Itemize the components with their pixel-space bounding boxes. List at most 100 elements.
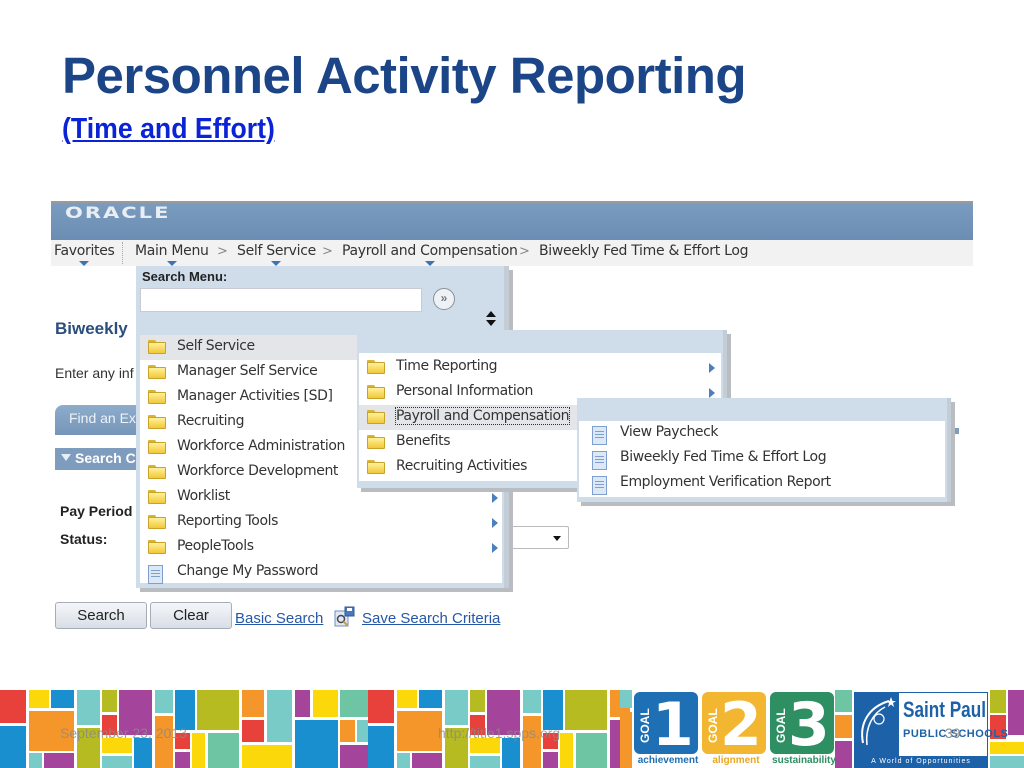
submenu-arrow-icon — [709, 388, 715, 398]
mosaic-tile — [295, 720, 338, 768]
menu-item-time-reporting[interactable]: Time Reporting — [359, 355, 721, 380]
menu-item-label: Recruiting — [177, 413, 245, 429]
breadcrumb-self-service[interactable]: Self Service — [237, 243, 316, 266]
menu-item-view-paycheck[interactable]: View Paycheck — [579, 421, 945, 446]
menu-item-label: Workforce Administration — [177, 438, 345, 454]
mosaic-tile — [419, 690, 442, 708]
nav-main-menu[interactable]: Main Menu — [135, 243, 209, 266]
folder-icon — [148, 340, 166, 354]
slide-subtitle-link[interactable]: (Time and Effort) — [62, 113, 275, 146]
mosaic-tile — [0, 690, 26, 723]
mosaic-tile — [51, 690, 74, 708]
save-search-icon[interactable] — [334, 606, 356, 628]
mosaic-tile — [134, 738, 152, 768]
mosaic-tile — [340, 720, 355, 742]
mosaic-tile — [175, 752, 190, 768]
breadcrumb-payroll-and-compensation[interactable]: Payroll and Compensation — [342, 243, 518, 266]
menu-item-biweekly-fed-time-effort-log[interactable]: Biweekly Fed Time & Effort Log — [579, 446, 945, 471]
menu-item-label: Biweekly Fed Time & Effort Log — [620, 449, 827, 465]
mosaic-tile — [29, 753, 42, 768]
mosaic-tile — [620, 690, 632, 708]
menu-item-employment-verification-report[interactable]: Employment Verification Report — [579, 471, 945, 496]
mosaic-tile — [620, 712, 632, 768]
menu-item-label: View Paycheck — [620, 424, 719, 440]
sort-arrows-icon[interactable] — [486, 311, 496, 327]
submenu-arrow-icon — [492, 493, 498, 503]
goal-word: GOAL — [706, 708, 720, 744]
submenu-arrow-icon — [492, 543, 498, 553]
menu-item-label: Time Reporting — [396, 358, 498, 374]
menu-item-worklist[interactable]: Worklist — [140, 485, 502, 510]
menu-item-label: Reporting Tools — [177, 513, 278, 529]
menu-item-peopletools[interactable]: PeopleTools — [140, 535, 502, 560]
menu-item-label: Recruiting Activities — [396, 458, 527, 474]
logo-tagline: A World of Opportunities — [855, 756, 987, 767]
footer-url: http://title1.spps.org — [438, 725, 561, 741]
mosaic-tile — [242, 720, 264, 742]
breadcrumb-biweekly-log[interactable]: Biweekly Fed Time & Effort Log — [539, 243, 749, 259]
submenu-arrow-icon — [709, 363, 715, 373]
mosaic-tile — [835, 715, 852, 738]
mosaic-tile — [397, 711, 442, 751]
folder-icon — [148, 540, 166, 554]
breadcrumb-separator-icon: > — [519, 244, 530, 259]
mosaic-tile — [523, 716, 541, 768]
breadcrumb-separator-icon: > — [322, 244, 333, 259]
goal-caption: alignment — [712, 755, 760, 766]
mosaic-tile — [990, 756, 1024, 768]
menu-item-recruiting-activities[interactable]: Recruiting Activities — [359, 455, 577, 480]
mosaic-tile — [470, 756, 500, 768]
goal-1-badge: GOAL 1 achievement — [634, 690, 698, 768]
status-label: Status: — [60, 531, 108, 547]
goal-word: GOAL — [774, 708, 788, 744]
breadcrumb-label: Payroll and Compensation — [342, 243, 518, 259]
oracle-logo: ORACLE — [65, 203, 171, 222]
pay-period-label: Pay Period — [60, 503, 133, 519]
document-icon — [592, 426, 607, 445]
mosaic-tile — [267, 690, 292, 742]
page-marker — [953, 428, 959, 434]
nav-main-menu-label: Main Menu — [135, 243, 209, 259]
mosaic-tile — [102, 690, 117, 712]
search-criteria-label: Search C — [75, 450, 136, 466]
folder-icon — [148, 415, 166, 429]
basic-search-link[interactable]: Basic Search — [235, 610, 323, 627]
saint-paul-public-schools-logo: Saint Paul PUBLIC SCHOOLS A World of Opp… — [854, 692, 1008, 768]
mosaic-tile — [242, 690, 264, 717]
nav-favorites[interactable]: Favorites — [54, 243, 115, 266]
menu-item-label: Manager Activities [SD] — [177, 388, 333, 404]
mosaic-tile — [155, 716, 173, 768]
search-button[interactable]: Search — [55, 602, 147, 629]
menu-item-label: Employment Verification Report — [620, 474, 831, 490]
folder-icon — [148, 490, 166, 504]
search-menu-input[interactable] — [140, 288, 422, 312]
document-icon — [592, 476, 607, 495]
search-go-icon[interactable]: » — [433, 288, 455, 310]
goal-word: GOAL — [638, 708, 652, 744]
search-criteria-toggle[interactable]: Search C — [55, 448, 145, 470]
dropdown-arrow-icon — [553, 536, 561, 541]
mosaic-tile — [397, 690, 417, 708]
goal-number: 1 — [652, 690, 694, 760]
logo-name-line1: Saint Paul — [903, 697, 986, 722]
menu-item-change-my-password[interactable]: Change My Password — [140, 560, 502, 585]
star-emblem-icon — [855, 693, 899, 757]
nav-divider — [122, 242, 123, 264]
collapse-triangle-icon — [61, 454, 71, 461]
clear-button[interactable]: Clear — [150, 602, 232, 629]
mosaic-tile — [313, 690, 338, 717]
folder-icon — [148, 515, 166, 529]
mosaic-tile — [835, 690, 852, 712]
menu-item-benefits[interactable]: Benefits — [359, 430, 577, 455]
mosaic-tile — [340, 690, 368, 717]
menu-item-self-service[interactable]: Self Service — [140, 335, 358, 360]
save-search-criteria-link[interactable]: Save Search Criteria — [362, 610, 500, 627]
mosaic-tile — [340, 745, 368, 768]
navigation-bar: Favorites Main Menu > Self Service > Pay… — [51, 240, 973, 266]
breadcrumb-separator-icon: > — [217, 244, 228, 259]
menu-item-reporting-tools[interactable]: Reporting Tools — [140, 510, 502, 535]
menu-item-payroll-and-compensation[interactable]: Payroll and Compensation — [359, 405, 577, 430]
goal-2-badge: GOAL 2 alignment — [702, 690, 766, 768]
mosaic-tile — [502, 738, 520, 768]
menu-item-label: Self Service — [177, 338, 255, 354]
